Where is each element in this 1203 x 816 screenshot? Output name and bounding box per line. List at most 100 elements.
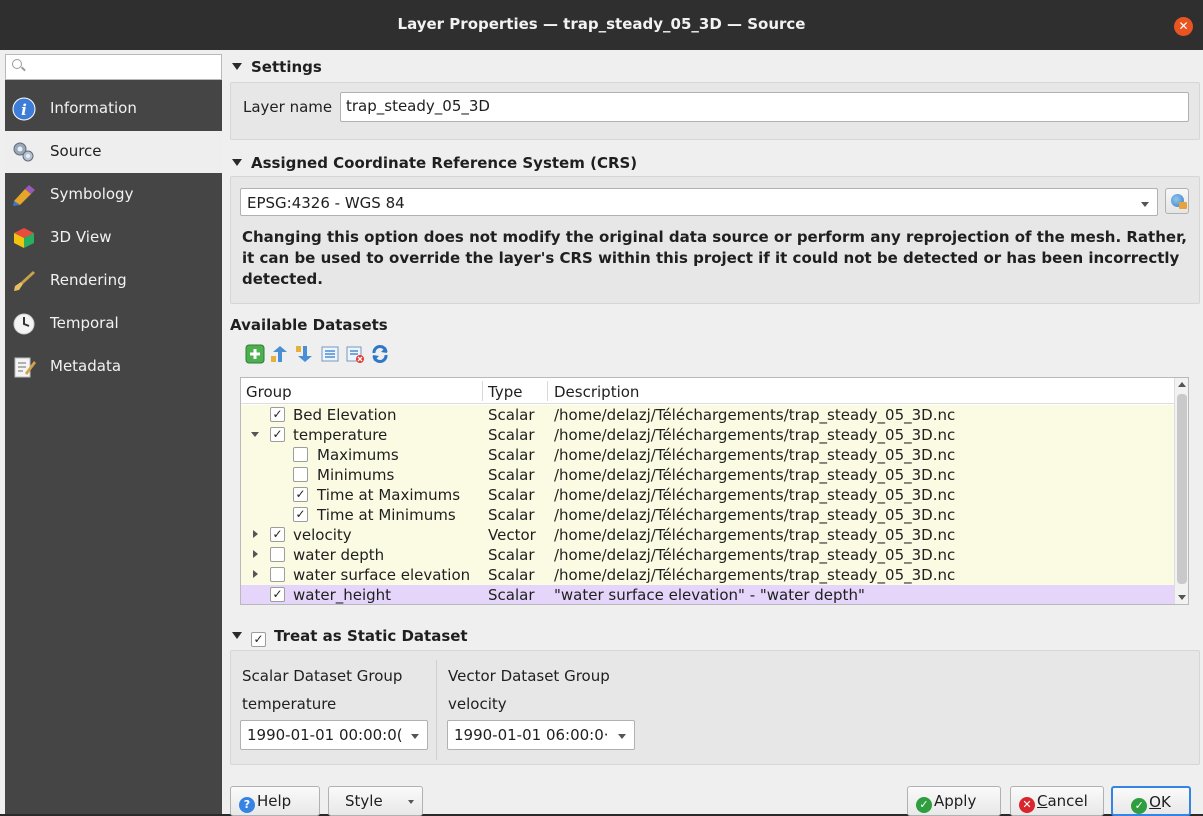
- style-button[interactable]: Style: [328, 786, 423, 816]
- sidebar-item-label: Rendering: [50, 271, 127, 289]
- vector-group-value: velocity: [448, 695, 507, 713]
- static-dataset-header[interactable]: ✓ Treat as Static Dataset: [230, 627, 468, 647]
- ok-button[interactable]: ✓ OK: [1111, 786, 1191, 816]
- search-icon: [12, 59, 22, 69]
- static-dataset-checkbox[interactable]: ✓: [251, 632, 266, 647]
- vector-time-select[interactable]: 1990-01-01 06:00:0·: [447, 720, 635, 750]
- 3d-view-icon: [14, 228, 34, 248]
- sidebar-item-symbology[interactable]: Symbology: [5, 174, 222, 216]
- table-row[interactable]: ✓ velocity Vector /home/delazj/Télécharg…: [241, 525, 1174, 545]
- sidebar-item-label: 3D View: [50, 228, 112, 246]
- sidebar-item-3d-view[interactable]: 3D View: [5, 217, 222, 259]
- table-row[interactable]: Maximums Scalar /home/delazj/Téléchargem…: [241, 445, 1174, 465]
- datasets-section-header: Available Datasets: [230, 316, 388, 334]
- info-icon: i: [12, 97, 36, 121]
- add-dataset-icon[interactable]: [245, 344, 265, 364]
- checkbox[interactable]: [270, 547, 285, 562]
- table-row[interactable]: ✓ Bed Elevation Scalar /home/delazj/Télé…: [241, 405, 1174, 425]
- checkbox[interactable]: ✓: [270, 527, 285, 542]
- chevron-down-icon: [1141, 202, 1149, 207]
- sidebar-item-label: Temporal: [50, 314, 119, 332]
- sidebar-item-label: Source: [50, 142, 102, 160]
- remove-icon[interactable]: [345, 344, 365, 364]
- checkbox[interactable]: [293, 447, 308, 462]
- collapse-triangle-icon: [232, 632, 242, 639]
- sidebar-item-label: Symbology: [50, 185, 134, 203]
- datasets-tree[interactable]: Group Type Description ✓ Bed Elevation S…: [240, 377, 1189, 605]
- column-header-group[interactable]: Group: [246, 383, 292, 401]
- checkbox[interactable]: ✓: [293, 507, 308, 522]
- tree-scrollbar[interactable]: [1174, 378, 1188, 604]
- table-row[interactable]: water depth Scalar /home/delazj/Téléchar…: [241, 545, 1174, 565]
- layer-name-label: Layer name: [243, 98, 333, 116]
- crs-select[interactable]: EPSG:4326 - WGS 84: [240, 188, 1158, 216]
- layer-properties-window: Layer Properties — trap_steady_05_3D — S…: [0, 0, 1203, 816]
- vector-dataset-label: Vector Dataset Group: [448, 667, 610, 685]
- layer-name-field[interactable]: trap_steady_05_3D: [340, 92, 1189, 122]
- globe-icon: [1171, 194, 1187, 209]
- sidebar: i Information Source Symbology 3D View R…: [5, 54, 222, 814]
- help-button[interactable]: ? Help: [230, 786, 320, 816]
- expand-all-icon[interactable]: [320, 344, 340, 364]
- expand-arrow-icon[interactable]: [251, 432, 259, 437]
- collapse-triangle-icon: [232, 63, 242, 70]
- symbology-icon: [13, 185, 35, 206]
- help-icon: ?: [239, 797, 255, 813]
- crs-selector-button[interactable]: [1165, 188, 1189, 214]
- move-up-icon[interactable]: [270, 344, 290, 364]
- scalar-group-value: temperature: [242, 695, 337, 713]
- checkbox[interactable]: ✓: [270, 427, 285, 442]
- cancel-icon: ✕: [1019, 797, 1035, 813]
- sidebar-item-label: Information: [50, 99, 137, 117]
- sidebar-search-input[interactable]: [5, 54, 222, 80]
- source-icon: [13, 142, 34, 162]
- metadata-icon: [14, 357, 36, 378]
- scroll-up-icon[interactable]: [1178, 382, 1186, 387]
- apply-button[interactable]: ✓ Apply: [907, 786, 1001, 816]
- sidebar-item-temporal[interactable]: Temporal: [5, 303, 222, 345]
- sidebar-item-rendering[interactable]: Rendering: [5, 260, 222, 302]
- expand-arrow-icon[interactable]: [253, 530, 258, 538]
- refresh-icon[interactable]: [370, 344, 390, 364]
- cancel-button[interactable]: ✕ Cancel: [1010, 786, 1104, 816]
- check-icon: ✓: [916, 797, 932, 813]
- clock-icon: [13, 313, 35, 335]
- checkbox[interactable]: ✓: [270, 587, 285, 602]
- sidebar-item-source[interactable]: Source: [5, 131, 222, 173]
- table-row[interactable]: ✓ Time at Maximums Scalar /home/delazj/T…: [241, 485, 1174, 505]
- tree-header: Group Type Description: [241, 378, 1174, 404]
- svg-text:i: i: [21, 101, 27, 119]
- check-icon: ✓: [1131, 798, 1148, 814]
- window-title: Layer Properties — trap_steady_05_3D — S…: [397, 15, 806, 33]
- move-down-icon[interactable]: [295, 344, 315, 364]
- sidebar-item-label: Metadata: [50, 357, 122, 375]
- column-header-description[interactable]: Description: [554, 383, 639, 401]
- table-row[interactable]: water surface elevation Scalar /home/del…: [241, 565, 1174, 585]
- scalar-time-select[interactable]: 1990-01-01 00:00:0(: [240, 720, 428, 750]
- collapse-triangle-icon: [232, 159, 242, 166]
- table-row[interactable]: ✓ water_height Scalar "water surface ele…: [241, 585, 1174, 604]
- sidebar-item-metadata[interactable]: Metadata: [5, 346, 222, 388]
- checkbox[interactable]: ✓: [270, 407, 285, 422]
- settings-section-header[interactable]: Settings: [230, 58, 322, 76]
- scalar-dataset-label: Scalar Dataset Group: [242, 667, 403, 685]
- title-bar: Layer Properties — trap_steady_05_3D — S…: [0, 0, 1203, 50]
- chevron-down-icon: [618, 734, 626, 739]
- crs-warning-text: Changing this option does not modify the…: [242, 228, 1187, 288]
- checkbox[interactable]: ✓: [293, 487, 308, 502]
- checkbox[interactable]: [270, 567, 285, 582]
- sidebar-item-information[interactable]: i Information: [5, 88, 222, 130]
- expand-arrow-icon[interactable]: [253, 550, 258, 558]
- column-header-type[interactable]: Type: [488, 383, 522, 401]
- expand-arrow-icon[interactable]: [253, 570, 258, 578]
- checkbox[interactable]: [293, 467, 308, 482]
- close-icon[interactable]: ✕: [1174, 17, 1193, 36]
- chevron-down-icon: [408, 800, 414, 804]
- crs-section-header[interactable]: Assigned Coordinate Reference System (CR…: [230, 154, 637, 172]
- scrollbar-thumb[interactable]: [1177, 394, 1187, 584]
- table-row[interactable]: Minimums Scalar /home/delazj/Téléchargem…: [241, 465, 1174, 485]
- chevron-down-icon: [411, 734, 419, 739]
- table-row[interactable]: ✓ temperature Scalar /home/delazj/Téléch…: [241, 425, 1174, 445]
- scroll-down-icon[interactable]: [1178, 595, 1186, 600]
- table-row[interactable]: ✓ Time at Minimums Scalar /home/delazj/T…: [241, 505, 1174, 525]
